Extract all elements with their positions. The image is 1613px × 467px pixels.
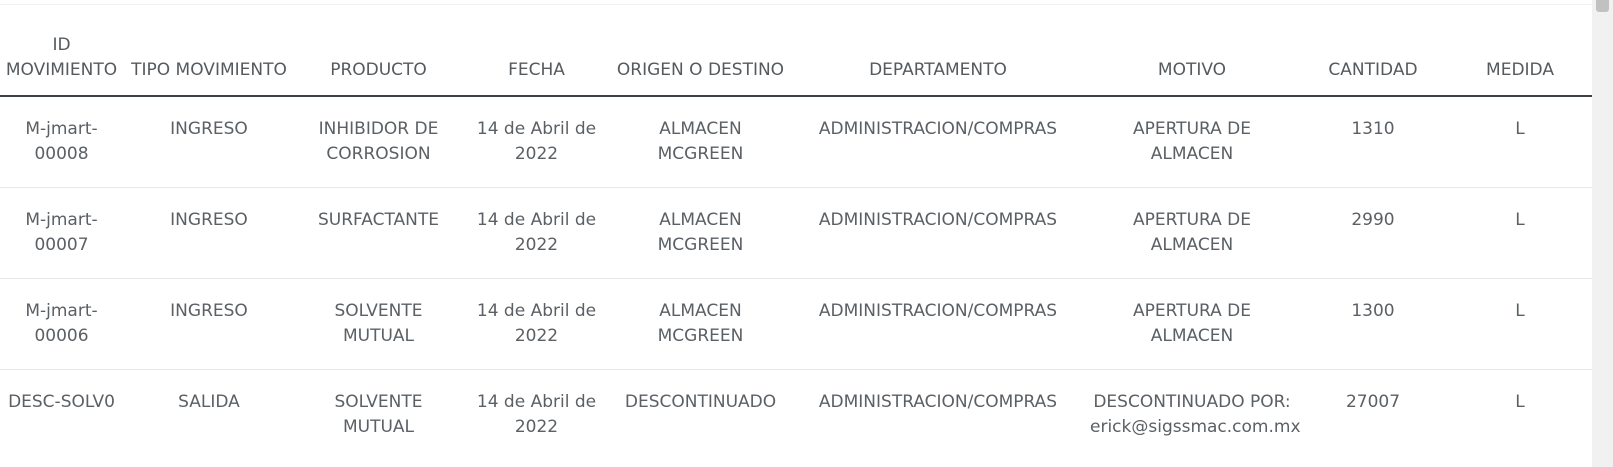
movements-page: ID MOVIMIENTO TIPO MOVIMIENTO PRODUCTO F… xyxy=(0,0,1613,467)
cell-departamento: ADMINISTRACION/COMPRAS xyxy=(818,391,1058,412)
cell-fecha: 14 de Abril de 2022 xyxy=(462,187,611,279)
cell-fecha: 14 de Abril de 2022 xyxy=(462,96,611,188)
cell-origen-destino: ALMACEN MCGREEN xyxy=(611,278,790,370)
cell-cantidad: 27007 xyxy=(1345,391,1401,412)
cell-medida: L xyxy=(1448,187,1592,279)
cell-medida: L xyxy=(1515,391,1525,412)
table-row[interactable]: M-jmart-00008 INGRESO INHIBIDOR DE CORRO… xyxy=(0,96,1592,188)
header-cantidad[interactable]: CANTIDAD xyxy=(1298,5,1448,97)
cell-fecha: 14 de Abril de 2022 xyxy=(476,391,597,437)
table-row[interactable]: M-jmart-00006 INGRESO SOLVENTE MUTUAL 14… xyxy=(0,278,1592,370)
cell-producto: SURFACTANTE xyxy=(295,187,462,279)
table-row[interactable]: M-jmart-00007 INGRESO SURFACTANTE 14 de … xyxy=(0,187,1592,279)
cell-id-movimiento: DESC-SOLV0 xyxy=(8,391,115,412)
header-origen-destino[interactable]: ORIGEN O DESTINO xyxy=(611,5,790,97)
cell-id-movimiento: M-jmart-00006 xyxy=(0,278,123,370)
cell-tipo-movimiento: INGRESO xyxy=(123,96,295,188)
cell-medida: L xyxy=(1448,96,1592,188)
cell-tipo-movimiento: SALIDA xyxy=(178,391,240,412)
cell-producto: SOLVENTE MUTUAL xyxy=(295,278,462,370)
table-row[interactable]: DESC-SOLV0 SALIDA SOLVENTE MUTUAL 14 de … xyxy=(0,369,1592,460)
cell-producto: INHIBIDOR DE CORROSION xyxy=(295,96,462,188)
scrollbar-thumb[interactable] xyxy=(1596,0,1609,12)
cell-motivo: APERTURA DE ALMACEN xyxy=(1086,96,1298,188)
header-tipo-movimiento[interactable]: TIPO MOVIMIENTO xyxy=(123,5,295,97)
cell-motivo: APERTURA DE ALMACEN xyxy=(1086,187,1298,279)
cell-id-movimiento: M-jmart-00007 xyxy=(0,187,123,279)
cell-producto: SOLVENTE MUTUAL xyxy=(334,391,423,437)
cell-tipo-movimiento: INGRESO xyxy=(123,187,295,279)
header-departamento[interactable]: DEPARTAMENTO xyxy=(790,5,1086,97)
cell-motivo: APERTURA DE ALMACEN xyxy=(1086,278,1298,370)
vertical-scrollbar[interactable] xyxy=(1592,0,1613,467)
header-fecha[interactable]: FECHA xyxy=(462,5,611,97)
movements-table: ID MOVIMIENTO TIPO MOVIMIENTO PRODUCTO F… xyxy=(0,5,1592,460)
cell-id-movimiento: M-jmart-00008 xyxy=(0,96,123,188)
header-medida[interactable]: MEDIDA xyxy=(1448,5,1592,97)
cell-cantidad: 1310 xyxy=(1298,96,1448,188)
cell-origen-destino: ALMACEN MCGREEN xyxy=(611,187,790,279)
cell-tipo-movimiento: INGRESO xyxy=(123,278,295,370)
cell-departamento: ADMINISTRACION/COMPRAS xyxy=(790,187,1086,279)
header-id-movimiento[interactable]: ID MOVIMIENTO xyxy=(0,5,123,97)
cell-origen-destino: DESCONTINUADO xyxy=(624,391,777,412)
cell-departamento: ADMINISTRACION/COMPRAS xyxy=(790,278,1086,370)
table-header-row: ID MOVIMIENTO TIPO MOVIMIENTO PRODUCTO F… xyxy=(0,5,1592,97)
cell-cantidad: 2990 xyxy=(1298,187,1448,279)
header-motivo[interactable]: MOTIVO xyxy=(1086,5,1298,97)
cell-cantidad: 1300 xyxy=(1298,278,1448,370)
header-producto[interactable]: PRODUCTO xyxy=(295,5,462,97)
cell-motivo: DESCONTINUADO POR: erick@sigssmac.com.mx xyxy=(1090,391,1301,437)
cell-fecha: 14 de Abril de 2022 xyxy=(462,278,611,370)
cell-departamento: ADMINISTRACION/COMPRAS xyxy=(790,96,1086,188)
cell-origen-destino: ALMACEN MCGREEN xyxy=(611,96,790,188)
cell-medida: L xyxy=(1448,278,1592,370)
